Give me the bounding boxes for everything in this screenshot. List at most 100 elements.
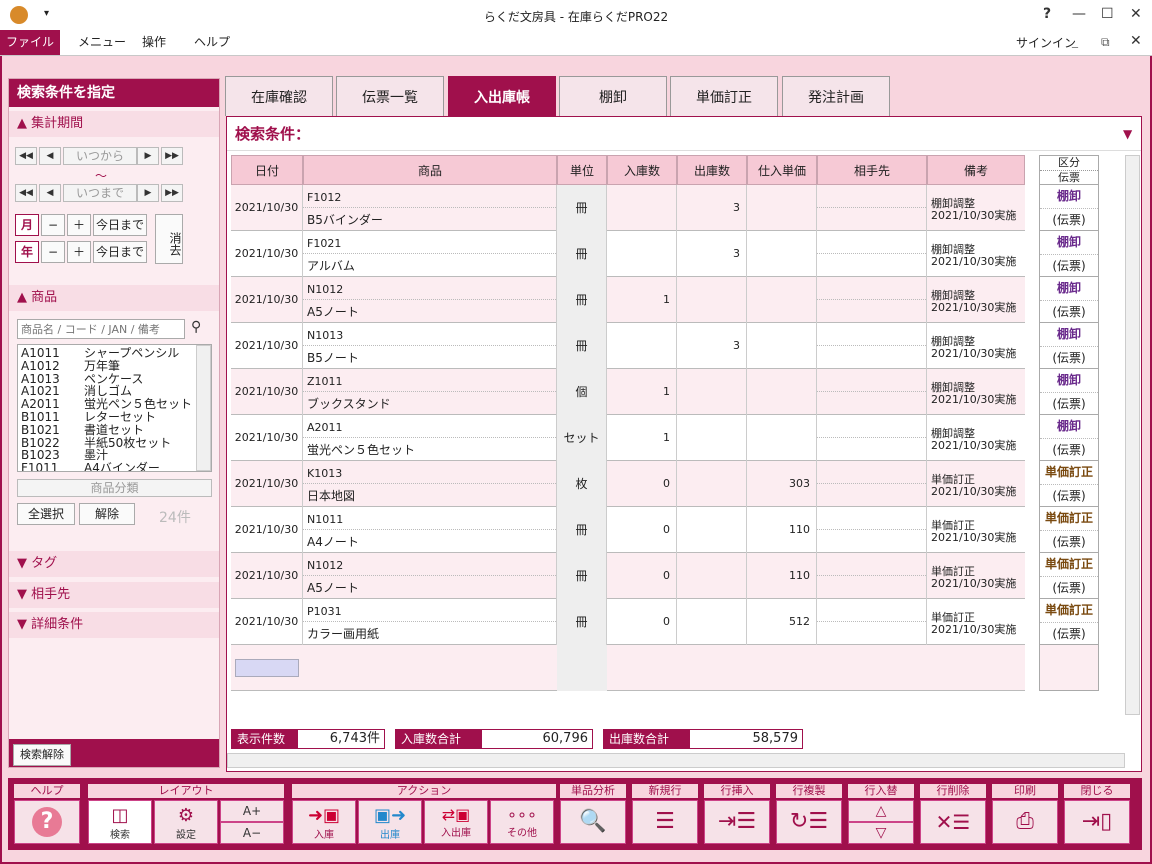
- cell-note[interactable]: 棚卸調整 2021/10/30実施: [927, 369, 1025, 415]
- cell-date[interactable]: 2021/10/30: [231, 599, 303, 645]
- menu-operation[interactable]: 操作: [130, 30, 178, 55]
- product-list-scrollbar[interactable]: [196, 345, 211, 471]
- cell-partner[interactable]: [817, 599, 927, 645]
- cell-out[interactable]: [677, 369, 747, 415]
- date-to-field[interactable]: いつまで: [63, 184, 137, 202]
- product-list-code[interactable]: B1021: [21, 423, 60, 437]
- help-icon[interactable]: ?: [1043, 6, 1051, 22]
- prev-year-button[interactable]: ◀◀: [15, 147, 37, 165]
- cell-in[interactable]: 1: [607, 369, 677, 415]
- cell-unit[interactable]: 冊: [557, 231, 607, 277]
- cell-unit[interactable]: 個: [557, 369, 607, 415]
- product-list[interactable]: A1011 シャープペンシル A1012 万年筆 A1013 ペンケース A1021 消しゴム…: [17, 344, 212, 472]
- new-entry-kubun[interactable]: [1039, 645, 1099, 691]
- cell-kubun[interactable]: 単価訂正 (伝票): [1039, 461, 1099, 507]
- duplicate-row-button[interactable]: ↻☰: [776, 800, 842, 844]
- tab-inout-ledger[interactable]: 入出庫帳: [448, 76, 556, 116]
- release-button[interactable]: 解除: [79, 503, 135, 525]
- table-row[interactable]: 2021/10/30 F1021 アルバム 冊 3 棚卸調整 2021/10/3…: [231, 231, 1025, 277]
- product-list-name[interactable]: A4バインダー: [84, 462, 160, 471]
- cell-note[interactable]: 棚卸調整 2021/10/30実施: [927, 415, 1025, 461]
- cell-out[interactable]: 3: [677, 185, 747, 231]
- cell-out[interactable]: [677, 415, 747, 461]
- cell-out[interactable]: [677, 461, 747, 507]
- cell-partner[interactable]: [817, 461, 927, 507]
- kubun-slip-link[interactable]: (伝票): [1040, 254, 1098, 276]
- year-today-button[interactable]: 今日まで: [93, 241, 147, 263]
- cell-partner[interactable]: [817, 369, 927, 415]
- cell-unit[interactable]: 冊: [557, 507, 607, 553]
- cell-product[interactable]: P1031 カラー画用紙: [303, 599, 557, 645]
- cell-date[interactable]: 2021/10/30: [231, 369, 303, 415]
- signin-link[interactable]: サインイン: [1016, 34, 1076, 51]
- product-list-name[interactable]: 万年筆: [84, 359, 120, 373]
- item-analysis-button[interactable]: 🔍: [560, 800, 626, 844]
- layout-search-button[interactable]: ◫ 検索: [88, 800, 152, 844]
- sub-restore-icon[interactable]: ⧉: [1101, 35, 1110, 50]
- cell-kubun[interactable]: 単価訂正 (伝票): [1039, 553, 1099, 599]
- kubun-slip-link[interactable]: (伝票): [1040, 300, 1098, 322]
- cell-kubun[interactable]: 棚卸 (伝票): [1039, 185, 1099, 231]
- year-plus-button[interactable]: ＋: [67, 241, 91, 263]
- cell-kubun[interactable]: 単価訂正 (伝票): [1039, 507, 1099, 553]
- product-search-input[interactable]: [17, 319, 185, 339]
- new-entry-unit-cell[interactable]: [557, 645, 607, 691]
- cell-partner[interactable]: [817, 323, 927, 369]
- cell-product[interactable]: F1021 アルバム: [303, 231, 557, 277]
- prev-button[interactable]: ◀: [39, 147, 61, 165]
- cell-kubun[interactable]: 棚卸 (伝票): [1039, 369, 1099, 415]
- tab-slips[interactable]: 伝票一覧: [336, 76, 444, 116]
- cell-out[interactable]: [677, 507, 747, 553]
- cell-product[interactable]: K1013 日本地図: [303, 461, 557, 507]
- cell-price[interactable]: 110: [747, 507, 817, 553]
- month-minus-button[interactable]: −: [41, 214, 65, 236]
- search-condition-bar[interactable]: 検索条件：: [227, 117, 1141, 151]
- cell-date[interactable]: 2021/10/30: [231, 185, 303, 231]
- product-list-code[interactable]: A1012: [21, 359, 60, 373]
- move-row-up-button[interactable]: △: [848, 800, 914, 822]
- cell-kubun[interactable]: 単価訂正 (伝票): [1039, 599, 1099, 645]
- month-today-button[interactable]: 今日まで: [93, 214, 147, 236]
- cell-in[interactable]: [607, 185, 677, 231]
- cell-out[interactable]: 3: [677, 231, 747, 277]
- tab-stock[interactable]: 在庫確認: [225, 76, 333, 116]
- cell-note[interactable]: 単価訂正 2021/10/30実施: [927, 507, 1025, 553]
- maximize-button[interactable]: ☐: [1101, 6, 1114, 22]
- move-row-down-button[interactable]: ▽: [848, 822, 914, 844]
- cell-in[interactable]: 1: [607, 277, 677, 323]
- kubun-slip-link[interactable]: (伝票): [1040, 530, 1098, 552]
- new-entry-date-cell[interactable]: [235, 659, 299, 677]
- new-row-button[interactable]: ☰: [632, 800, 698, 844]
- product-list-name[interactable]: 書道セット: [84, 423, 144, 437]
- month-plus-button[interactable]: ＋: [67, 214, 91, 236]
- font-up-button[interactable]: A+: [220, 800, 284, 822]
- table-row[interactable]: 2021/10/30 K1013 日本地図 枚 0 303 単価訂正 2021/…: [231, 461, 1025, 507]
- layout-settings-button[interactable]: ⚙ 設定: [154, 800, 218, 844]
- grid-vscroll[interactable]: [1125, 155, 1140, 715]
- print-button[interactable]: ⎙: [992, 800, 1058, 844]
- cell-product[interactable]: Z1011 ブックスタンド: [303, 369, 557, 415]
- cell-in[interactable]: 0: [607, 599, 677, 645]
- cell-partner[interactable]: [817, 415, 927, 461]
- cell-in[interactable]: 0: [607, 553, 677, 599]
- product-list-name[interactable]: シャープペンシル: [84, 347, 179, 360]
- cell-out[interactable]: [677, 599, 747, 645]
- col-out[interactable]: 出庫数: [677, 155, 747, 185]
- cell-unit[interactable]: セット: [557, 415, 607, 461]
- cell-price[interactable]: 303: [747, 461, 817, 507]
- table-row[interactable]: 2021/10/30 A2011 蛍光ペン５色セット セット 1 棚卸調整 20…: [231, 415, 1025, 461]
- section-period[interactable]: ▲ 集計期間: [9, 111, 219, 137]
- cell-unit[interactable]: 冊: [557, 553, 607, 599]
- clear-search-button[interactable]: 検索解除: [13, 744, 71, 766]
- delete-row-button[interactable]: ✕☰: [920, 800, 986, 844]
- col-partner[interactable]: 相手先: [817, 155, 927, 185]
- cell-out[interactable]: [677, 553, 747, 599]
- action-out-button[interactable]: ▣➜ 出庫: [358, 800, 422, 844]
- cell-price[interactable]: [747, 277, 817, 323]
- cell-date[interactable]: 2021/10/30: [231, 507, 303, 553]
- cell-price[interactable]: 110: [747, 553, 817, 599]
- cell-price[interactable]: [747, 415, 817, 461]
- tab-order-plan[interactable]: 発注計画: [782, 76, 890, 116]
- cell-price[interactable]: [747, 369, 817, 415]
- cell-unit[interactable]: 冊: [557, 323, 607, 369]
